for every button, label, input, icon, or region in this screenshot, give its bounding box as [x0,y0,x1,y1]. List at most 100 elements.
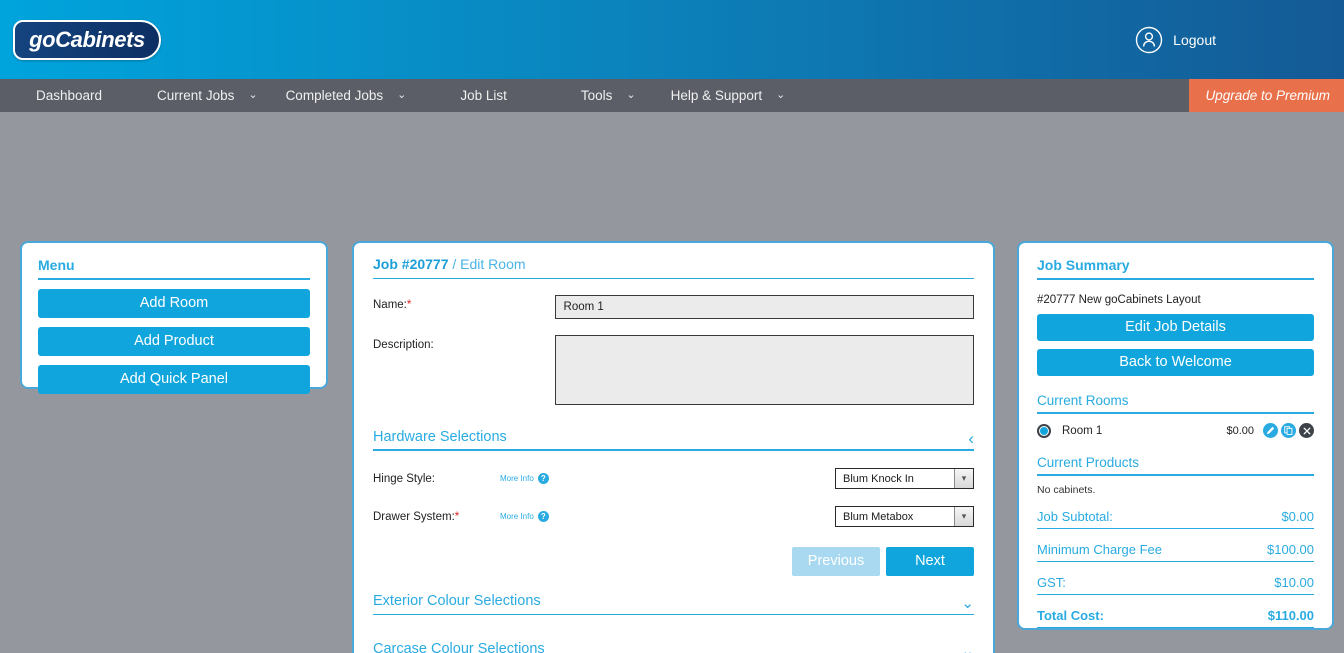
step-navigation: Previous Next [373,547,974,576]
price-row-total-cost: Total Cost: $110.00 [1037,608,1314,628]
chevron-down-icon: ⌄ [961,646,974,653]
copy-icon[interactable] [1281,423,1296,438]
nav-label: Completed Jobs [286,88,384,103]
price-value: $10.00 [1274,575,1314,590]
room-price: $0.00 [1226,425,1254,437]
drawer-system-row: Drawer System:* More Info ? Blum Metabox… [373,506,974,527]
edit-room-panel: Job #20777 / Edit Room Name:* Descriptio… [352,241,995,653]
price-label: Job Subtotal: [1037,509,1113,524]
name-label-text: Name: [373,299,407,311]
logout-label: Logout [1173,32,1216,48]
no-cabinets-text: No cabinets. [1037,484,1314,496]
room-list-item: Room 1 $0.00 [1037,423,1314,438]
name-input[interactable] [555,295,974,319]
hinge-style-more-info-link[interactable]: More Info ? [500,473,549,484]
hardware-selections-title: Hardware Selections [373,429,507,445]
job-summary-panel: Job Summary #20777 New goCabinets Layout… [1017,241,1334,630]
more-info-label: More Info [500,474,534,483]
chevron-down-icon: ▾ [954,507,973,526]
menu-panel: Menu Add Room Add Product Add Quick Pane… [20,241,328,389]
price-label: GST: [1037,575,1066,590]
chevron-down-icon: ⌄ [626,90,635,101]
chevron-down-icon: ⌄ [961,598,974,609]
user-circle-icon [1135,26,1163,54]
description-input[interactable] [555,335,974,405]
edit-pencil-icon[interactable] [1263,423,1278,438]
nav-item-dashboard[interactable]: Dashboard [0,79,102,112]
required-asterisk: * [407,299,411,311]
drawer-system-more-info-link[interactable]: More Info ? [500,511,549,522]
job-summary-title: Job Summary [1037,257,1314,280]
room-radio[interactable] [1037,424,1051,438]
nav-item-current-jobs[interactable]: Current Jobs ⌄ [102,79,258,112]
drawer-system-value: Blum Metabox [843,511,954,523]
room-actions [1263,423,1314,438]
add-room-button[interactable]: Add Room [38,289,310,318]
nav-label: Dashboard [36,88,102,103]
section-label: Carcase Colour Selections [373,641,545,653]
hinge-style-value: Blum Knock In [843,473,954,485]
section-carcase-colour-selections[interactable]: Carcase Colour Selections ⌄ [373,641,974,653]
price-row-minimum-charge-fee: Minimum Charge Fee $100.00 [1037,542,1314,562]
nav-item-completed-jobs[interactable]: Completed Jobs ⌄ [258,79,407,112]
job-reference-line: #20777 New goCabinets Layout [1037,294,1314,306]
current-rooms-heading: Current Rooms [1037,393,1314,414]
edit-job-details-button[interactable]: Edit Job Details [1037,314,1314,341]
chevron-down-icon: ⌄ [248,90,257,101]
price-label: Minimum Charge Fee [1037,542,1162,557]
chevron-down-icon: ▾ [954,469,973,488]
next-button[interactable]: Next [886,547,974,576]
drawer-system-label: Drawer System:* [373,511,500,523]
chevron-down-icon: ⌄ [397,90,406,101]
name-field-row: Name:* [373,295,974,319]
page-body: Menu Add Room Add Product Add Quick Pane… [0,112,1344,653]
description-label: Description: [373,335,555,405]
hinge-style-row: Hinge Style: More Info ? Blum Knock In ▾ [373,468,974,489]
price-row-gst: GST: $10.00 [1037,575,1314,595]
previous-button[interactable]: Previous [792,547,880,576]
nav-item-tools[interactable]: Tools ⌄ [507,79,636,112]
close-icon[interactable] [1299,423,1314,438]
hardware-selections-header[interactable]: Hardware Selections ‹ [373,429,974,451]
logout-button[interactable]: Logout [1135,0,1216,79]
gocabinets-logo[interactable]: goCabinets [13,20,161,60]
required-asterisk: * [455,511,459,523]
nav-label: Current Jobs [157,88,234,103]
app-header: goCabinets Logout [0,0,1344,79]
price-row-job-subtotal: Job Subtotal: $0.00 [1037,509,1314,529]
section-label: Exterior Colour Selections [373,593,541,609]
price-value: $110.00 [1268,608,1314,623]
settings-accordion: Exterior Colour Selections ⌄ Carcase Col… [373,593,974,653]
chevron-left-icon[interactable]: ‹ [968,432,974,445]
room-name: Room 1 [1062,425,1102,437]
price-value: $100.00 [1267,542,1314,557]
add-quick-panel-button[interactable]: Add Quick Panel [38,365,310,394]
nav-label: Job List [460,88,507,103]
logo-text: goCabinets [29,27,145,53]
upgrade-to-premium-button[interactable]: Upgrade to Premium [1189,79,1344,112]
price-value: $0.00 [1281,509,1314,524]
price-label: Total Cost: [1037,608,1104,623]
drawer-system-label-text: Drawer System: [373,511,455,523]
name-label: Name:* [373,295,555,319]
more-info-label: More Info [500,512,534,521]
main-navigation: Dashboard Current Jobs ⌄ Completed Jobs … [0,79,1344,112]
menu-title: Menu [38,257,310,280]
hinge-style-label-text: Hinge Style: [373,473,435,485]
question-mark-icon: ? [538,511,549,522]
hinge-style-label: Hinge Style: [373,473,500,485]
question-mark-icon: ? [538,473,549,484]
description-field-row: Description: [373,335,974,405]
breadcrumb-job[interactable]: Job #20777 [373,256,449,272]
section-exterior-colour-selections[interactable]: Exterior Colour Selections ⌄ [373,593,974,615]
chevron-down-icon: ⌄ [776,90,785,101]
nav-item-help-support[interactable]: Help & Support ⌄ [636,79,786,112]
drawer-system-select[interactable]: Blum Metabox ▾ [835,506,974,527]
breadcrumb: Job #20777 / Edit Room [373,256,974,279]
back-to-welcome-button[interactable]: Back to Welcome [1037,349,1314,376]
nav-item-job-list[interactable]: Job List [406,79,507,112]
nav-label: Help & Support [671,88,763,103]
nav-label: Tools [581,88,613,103]
add-product-button[interactable]: Add Product [38,327,310,356]
hinge-style-select[interactable]: Blum Knock In ▾ [835,468,974,489]
